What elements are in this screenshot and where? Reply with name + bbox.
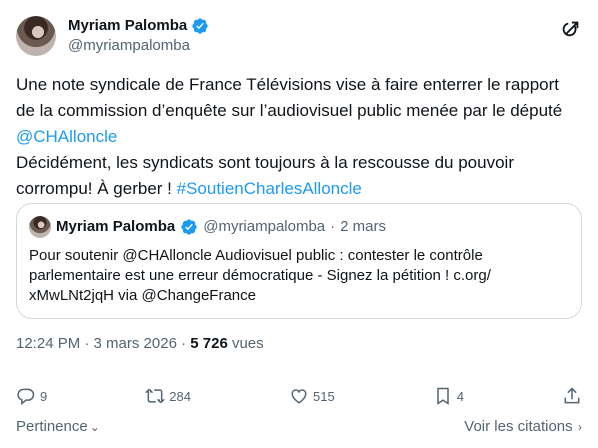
bookmark-icon: [436, 387, 449, 405]
quoted-separator: ·: [330, 218, 336, 235]
quoted-date: 2 mars: [340, 218, 386, 235]
bookmark-button[interactable]: 4: [433, 386, 464, 406]
tweet-timestamp[interactable]: 12:24 PM · 3 mars 2026 ·: [16, 335, 190, 352]
share-icon: [564, 387, 580, 404]
reply-button[interactable]: 9: [16, 386, 47, 406]
quoted-author-handle: @myriampalomba: [203, 218, 326, 235]
views-label: vues: [227, 335, 264, 352]
quoted-tweet[interactable]: Myriam Palomba @myriampalomba · 2 mars P…: [16, 203, 582, 319]
repost-icon: [145, 388, 166, 404]
quoted-tweet-body: Pour soutenir @CHAlloncle Audiovisuel pu…: [29, 247, 491, 304]
quoted-author-avatar: [29, 216, 51, 238]
verified-badge-icon: [192, 18, 208, 34]
reply-count: 9: [40, 388, 48, 404]
tweet-text-line1: Une note syndicale de France Télévisions…: [16, 75, 563, 120]
hashtag-link[interactable]: #SoutienCharlesAlloncle: [177, 179, 362, 198]
sort-label: Pertinence: [16, 418, 88, 435]
views-count: 5 726: [190, 335, 228, 352]
tweet-text: Une note syndicale de France Télévisions…: [16, 72, 582, 202]
view-quotes-link[interactable]: Voir les citations ›: [464, 418, 582, 438]
author-avatar[interactable]: [16, 16, 56, 56]
author-name-block[interactable]: Myriam Palomba @myriampalomba: [68, 16, 209, 56]
tweet-header: Myriam Palomba @myriampalomba: [16, 12, 582, 60]
repost-count: 284: [169, 388, 191, 404]
view-quotes-label: Voir les citations: [464, 418, 573, 435]
chevron-right-icon: ›: [574, 420, 582, 434]
verified-badge-icon: [181, 219, 197, 235]
quoted-author-name: Myriam Palomba: [56, 218, 176, 235]
sort-dropdown[interactable]: Pertinence ⌄: [16, 418, 100, 438]
tweet-footer: Pertinence ⌄ Voir les citations ›: [16, 418, 582, 438]
action-bar: 9 284 515 4: [16, 384, 582, 408]
reply-icon: [17, 388, 35, 406]
chevron-down-icon: ⌄: [89, 420, 100, 434]
heart-icon: [291, 389, 307, 404]
author-handle[interactable]: @myriampalomba: [68, 36, 209, 56]
bookmark-count: 4: [456, 388, 464, 404]
mention-link[interactable]: @CHAlloncle: [16, 127, 117, 146]
share-button[interactable]: [562, 386, 582, 406]
grok-icon[interactable]: [560, 18, 582, 40]
repost-button[interactable]: 284: [145, 386, 191, 406]
tweet-meta: 12:24 PM · 3 mars 2026 · 5 726 vues: [16, 334, 264, 354]
author-display-name[interactable]: Myriam Palomba: [68, 16, 187, 36]
like-button[interactable]: 515: [289, 386, 335, 406]
like-count: 515: [313, 388, 335, 404]
quoted-tweet-header: Myriam Palomba @myriampalomba · 2 mars: [29, 216, 569, 238]
